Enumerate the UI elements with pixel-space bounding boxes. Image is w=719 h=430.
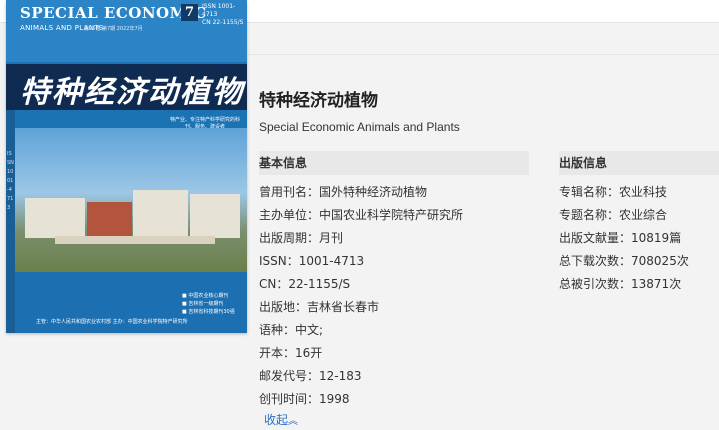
field-label: 专辑名称： xyxy=(559,185,620,199)
cover-badges: 中国农业核心期刊 吉林省一级期刊 吉林省科技期刊30强 xyxy=(182,292,235,316)
field-cn: CN：22-1155/S xyxy=(259,275,350,292)
cover-title-cn: 特种经济动植物 xyxy=(20,75,244,110)
field-value: 农业科技 xyxy=(619,185,668,199)
field-citations: 总被引次数：13871次 xyxy=(559,275,681,292)
field-place: 出版地：吉林省长春市 xyxy=(259,298,379,315)
cover-footer: 主管：中华人民共和国农业农村部 主办：中国农业科学院特产研究所 xyxy=(36,319,188,325)
field-label: 邮发代号： xyxy=(259,369,320,383)
field-album: 专辑名称：农业科技 xyxy=(559,183,667,200)
field-value: 中文; xyxy=(295,323,324,337)
field-label: 语种： xyxy=(259,323,296,337)
cover-issue-number: 7 xyxy=(181,4,198,21)
field-label: CN： xyxy=(259,277,289,291)
journal-cover-image[interactable]: SPECIAL ECONOMIC ANIMALS AND PLANTS 第25卷… xyxy=(6,0,247,333)
basic-info-heading: 基本信息 xyxy=(259,151,529,175)
field-value: 10819篇 xyxy=(631,231,682,245)
field-format: 开本：16开 xyxy=(259,344,322,361)
field-language: 语种：中文; xyxy=(259,321,323,338)
chevron-up-icon: ︽ xyxy=(288,416,299,427)
field-value: 吉林省长春市 xyxy=(307,300,380,314)
field-label: 专题名称： xyxy=(559,208,620,222)
collapse-label: 收起 xyxy=(264,413,289,427)
building xyxy=(190,194,240,238)
building xyxy=(133,190,188,238)
field-downloads: 总下载次数：708025次 xyxy=(559,252,689,269)
field-postal-code: 邮发代号：12-183 xyxy=(259,367,362,384)
collapse-link[interactable]: 收起︽ xyxy=(264,411,298,428)
field-value: 12-183 xyxy=(319,369,362,383)
journal-title: 特种经济动植物 xyxy=(259,91,378,111)
cover-badge: 吉林省科技期刊30强 xyxy=(182,308,234,316)
field-label: 创刊时间： xyxy=(259,392,320,406)
cover-badge: 中国农业核心期刊 xyxy=(182,292,235,300)
field-value: 国外特种经济动植物 xyxy=(319,185,428,199)
field-label: 总被引次数： xyxy=(559,277,632,291)
field-label: 曾用刊名： xyxy=(259,185,320,199)
cover-side-strip xyxy=(6,110,15,333)
field-label: 出版文献量： xyxy=(559,231,632,245)
field-label: 总下载次数： xyxy=(559,254,632,268)
field-founded: 创刊时间：1998 xyxy=(259,390,350,407)
building xyxy=(25,198,85,238)
cover-badge: 吉林省一级期刊 xyxy=(182,300,235,308)
field-topic: 专题名称：农业综合 xyxy=(559,206,667,223)
field-label: 出版周期： xyxy=(259,231,320,245)
cover-photo xyxy=(15,128,247,272)
field-value: 月刊 xyxy=(319,231,344,245)
field-label: 主办单位： xyxy=(259,208,320,222)
building xyxy=(87,202,132,238)
field-value: 1001-4713 xyxy=(298,254,365,268)
field-value: 708025次 xyxy=(631,254,689,268)
panel-divider xyxy=(246,54,719,55)
pub-info-heading: 出版信息 xyxy=(559,151,719,175)
plaza xyxy=(55,236,215,244)
field-value: 13871次 xyxy=(631,277,682,291)
field-value: 中国农业科学院特产研究所 xyxy=(319,208,464,222)
field-value: 农业综合 xyxy=(619,208,668,222)
journal-title-en: Special Economic Animals and Plants xyxy=(259,120,460,134)
field-label: 开本： xyxy=(259,346,296,360)
field-frequency: 出版周期：月刊 xyxy=(259,229,343,246)
field-issn: ISSN：1001-4713 xyxy=(259,252,364,269)
field-article-count: 出版文献量：10819篇 xyxy=(559,229,681,246)
cover-title-en-line1: SPECIAL ECONOMIC xyxy=(20,4,207,22)
field-label: ISSN： xyxy=(259,254,299,268)
cover-strip-text: ISSN 1001-4713 xyxy=(7,151,14,211)
cover-issn: ISSN 1001-4713 xyxy=(202,3,236,18)
field-value: 1998 xyxy=(319,392,350,406)
cover-issue-line: 第25卷 第7期 2022年7月 xyxy=(84,26,143,32)
cover-issn-block: ISSN 1001-4713 CN 22-1155/S xyxy=(202,3,247,27)
field-label: 出版地： xyxy=(259,300,308,314)
field-value: 22-1155/S xyxy=(288,277,351,291)
field-sponsor: 主办单位：中国农业科学院特产研究所 xyxy=(259,206,463,223)
cover-cn: CN 22-1155/S xyxy=(202,19,244,26)
field-value: 16开 xyxy=(295,346,323,360)
field-former-name: 曾用刊名：国外特种经济动植物 xyxy=(259,183,427,200)
